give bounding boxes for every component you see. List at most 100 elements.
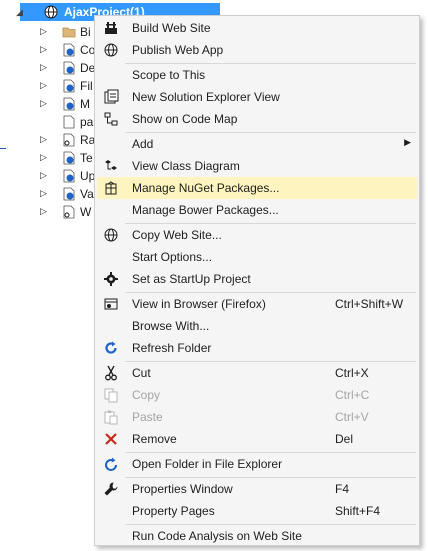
paste-icon <box>103 409 119 425</box>
tree-row[interactable]: pa <box>0 113 100 131</box>
collapse-triangle-icon[interactable]: ◢ <box>16 7 23 18</box>
left-edge-marker <box>0 148 6 149</box>
menu-item-browse-with[interactable]: Browse With... <box>97 315 417 337</box>
tree-row[interactable]: ▷ Bi <box>0 23 100 41</box>
expand-triangle-icon[interactable]: ▷ <box>40 134 47 145</box>
menu-item-run-code-analysis[interactable]: Run Code Analysis on Web Site <box>97 525 417 547</box>
menu-item-label: View in Browser (Firefox) <box>132 297 266 311</box>
menu-item-label: Open Folder in File Explorer <box>132 457 283 471</box>
web-config-icon <box>63 205 75 219</box>
menu-item-label: Remove <box>132 432 177 446</box>
menu-item-label: Browse With... <box>132 319 210 333</box>
menu-item-scope-to-this[interactable]: Scope to This <box>97 64 417 86</box>
menu-item-label: Property Pages <box>132 504 215 518</box>
menu-item-label: Start Options... <box>132 250 213 264</box>
menu-item-label: Run Code Analysis on Web Site <box>132 529 302 543</box>
menu-item-shortcut: Shift+F4 <box>335 504 381 518</box>
menu-item-label: Add <box>132 137 154 151</box>
remove-icon <box>103 431 119 447</box>
cut-icon <box>103 365 119 381</box>
web-file-icon <box>63 169 75 183</box>
web-file-icon <box>63 97 75 111</box>
menu-item-label: Set as StartUp Project <box>132 272 251 286</box>
expand-triangle-icon[interactable]: ▷ <box>40 170 47 181</box>
menu-item-manage-bower-packages[interactable]: Manage Bower Packages... <box>97 199 417 221</box>
menu-item-build-web-site[interactable]: Build Web Site <box>97 17 417 39</box>
menu-item-set-as-startup-project[interactable]: Set as StartUp Project <box>97 268 417 290</box>
menu-item-start-options[interactable]: Start Options... <box>97 246 417 268</box>
menu-item-view-class-diagram[interactable]: View Class Diagram <box>97 155 417 177</box>
menu-item-label: Manage NuGet Packages... <box>132 181 280 195</box>
web-project-globe-icon <box>44 5 58 19</box>
menu-item-property-pages[interactable]: Property Pages Shift+F4 <box>97 500 417 522</box>
tree-row[interactable]: ▷ Fil <box>0 77 100 95</box>
tree-row[interactable]: ▷ De <box>0 59 100 77</box>
build-icon <box>103 20 119 36</box>
menu-item-label: Properties Window <box>132 482 233 496</box>
wrench-icon <box>103 481 119 497</box>
menu-item-refresh-folder[interactable]: Refresh Folder <box>97 337 417 359</box>
menu-item-label: View Class Diagram <box>132 159 240 173</box>
menu-item-shortcut: F4 <box>335 482 350 496</box>
web-file-icon <box>63 151 75 165</box>
menu-item-add[interactable]: Add ▶ <box>97 133 417 155</box>
tree-row[interactable]: ▷ Te <box>0 149 100 167</box>
expand-triangle-icon[interactable]: ▷ <box>40 26 47 37</box>
nuget-icon <box>103 180 119 196</box>
open-folder-icon <box>103 456 119 472</box>
menu-item-label: Refresh Folder <box>132 341 212 355</box>
menu-item-label: Show on Code Map <box>132 112 238 126</box>
expand-triangle-icon[interactable]: ▷ <box>40 98 47 109</box>
folder-icon <box>62 27 76 38</box>
submenu-arrow-icon: ▶ <box>404 137 411 147</box>
menu-item-label: Cut <box>132 366 151 380</box>
menu-item-label: Scope to This <box>132 68 206 82</box>
publish-globe-icon <box>103 42 119 58</box>
code-map-icon <box>103 111 119 127</box>
menu-item-new-solution-explorer-view[interactable]: New Solution Explorer View <box>97 86 417 108</box>
menu-item-label: New Solution Explorer View <box>132 90 280 104</box>
menu-item-view-in-browser[interactable]: View in Browser (Firefox) Ctrl+Shift+W <box>97 293 417 315</box>
copy-web-icon <box>103 227 119 243</box>
web-file-icon <box>63 61 75 75</box>
menu-item-publish-web-app[interactable]: Publish Web App <box>97 39 417 61</box>
menu-item-properties-window[interactable]: Properties Window F4 <box>97 478 417 500</box>
expand-triangle-icon[interactable]: ▷ <box>40 188 47 199</box>
menu-item-open-folder-in-file-explorer[interactable]: Open Folder in File Explorer <box>97 453 417 475</box>
gear-icon <box>103 271 119 287</box>
file-key-icon <box>63 133 75 147</box>
browser-icon <box>103 296 119 312</box>
expand-triangle-icon[interactable]: ▷ <box>40 80 47 91</box>
menu-item-label: Copy Web Site... <box>132 228 222 242</box>
menu-item-shortcut: Ctrl+X <box>335 366 369 380</box>
menu-item-copy-web-site[interactable]: Copy Web Site... <box>97 224 417 246</box>
tree-row[interactable]: ▷ Va <box>0 185 100 203</box>
expand-triangle-icon[interactable]: ▷ <box>40 44 47 55</box>
menu-item-remove[interactable]: Remove Del <box>97 428 417 450</box>
menu-item-label: Copy <box>132 388 161 402</box>
refresh-icon <box>103 340 119 356</box>
expand-triangle-icon[interactable]: ▷ <box>40 152 47 163</box>
file-icon <box>63 115 75 129</box>
menu-item-shortcut: Ctrl+V <box>335 410 369 424</box>
tree-row[interactable]: ▷ W <box>0 203 100 221</box>
menu-item-paste[interactable]: Paste Ctrl+V <box>97 406 417 428</box>
menu-item-show-on-code-map[interactable]: Show on Code Map <box>97 108 417 130</box>
tree-row[interactable]: ▷ Ra <box>0 131 100 149</box>
tree-row[interactable]: ▷ M <box>0 95 100 113</box>
class-diagram-icon <box>103 158 119 174</box>
menu-item-shortcut: Ctrl+Shift+W <box>335 297 404 311</box>
menu-item-cut[interactable]: Cut Ctrl+X <box>97 362 417 384</box>
menu-item-label: Publish Web App <box>132 43 224 57</box>
expand-triangle-icon[interactable]: ▷ <box>40 206 47 217</box>
new-view-icon <box>103 89 119 105</box>
web-file-icon <box>63 43 75 57</box>
menu-item-shortcut: Ctrl+C <box>335 388 370 402</box>
copy-icon <box>103 387 119 403</box>
menu-item-shortcut: Del <box>335 432 354 446</box>
tree-row[interactable]: ▷ Up <box>0 167 100 185</box>
menu-item-manage-nuget-packages[interactable]: Manage NuGet Packages... <box>97 177 417 199</box>
menu-item-copy[interactable]: Copy Ctrl+C <box>97 384 417 406</box>
expand-triangle-icon[interactable]: ▷ <box>40 62 47 73</box>
tree-row[interactable]: ▷ Co <box>0 41 100 59</box>
